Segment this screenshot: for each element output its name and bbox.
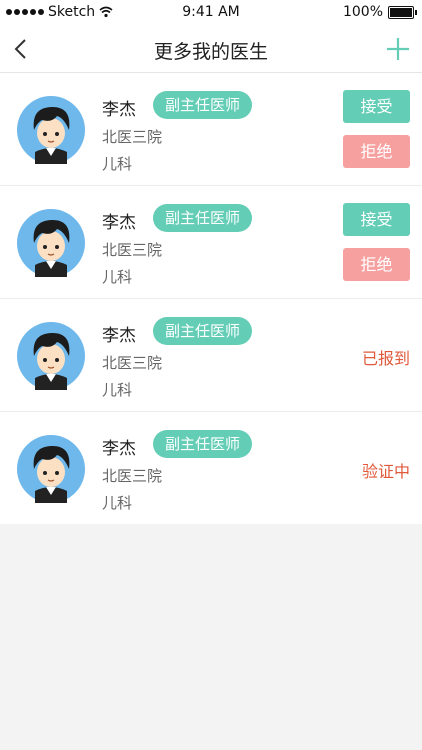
reject-button[interactable]: 拒绝 [343, 135, 410, 168]
doctor-item[interactable]: 李杰 副主任医师 北医三院 儿科 验证中 [0, 412, 422, 524]
doctor-hospital: 北医三院 [102, 354, 163, 372]
doctor-title-badge: 副主任医师 [153, 91, 253, 119]
avatar [17, 96, 85, 164]
nav-bar: 更多我的医生 [0, 26, 422, 73]
doctor-title-badge: 副主任医师 [153, 430, 253, 458]
doctor-title-badge: 副主任医师 [153, 317, 253, 345]
doctor-item[interactable]: 李杰 副主任医师 北医三院 儿科 已报到 [0, 299, 422, 412]
avatar [17, 435, 85, 503]
doctor-department: 儿科 [102, 268, 133, 286]
doctor-name: 李杰 [102, 213, 136, 233]
doctor-hospital: 北医三院 [102, 467, 163, 485]
page-title: 更多我的医生 [153, 41, 268, 63]
battery-percent: 100% [342, 4, 383, 20]
add-icon[interactable] [384, 35, 412, 63]
avatar [17, 322, 85, 390]
doctor-name: 李杰 [102, 439, 136, 459]
doctor-department: 儿科 [102, 155, 133, 173]
avatar [17, 209, 85, 277]
status-label: 验证中 [361, 462, 410, 481]
reject-button[interactable]: 拒绝 [343, 248, 410, 281]
doctor-item[interactable]: 李杰 副主任医师 北医三院 儿科 接受 拒绝 [0, 73, 422, 186]
status-bar: Sketch 9:41 AM 100% [0, 0, 422, 26]
doctor-title-badge: 副主任医师 [153, 204, 253, 232]
doctor-department: 儿科 [102, 381, 133, 399]
doctor-list: 李杰 副主任医师 北医三院 儿科 接受 拒绝 李杰 副主任医师 北医三院 儿科 … [0, 73, 422, 524]
doctor-department: 儿科 [102, 494, 133, 512]
battery-group: 100% [342, 4, 417, 20]
battery-icon [388, 5, 417, 19]
doctor-name: 李杰 [102, 100, 136, 120]
accept-button[interactable]: 接受 [343, 203, 410, 236]
doctor-hospital: 北医三院 [102, 128, 163, 146]
status-label: 已报到 [361, 349, 410, 368]
doctor-name: 李杰 [102, 326, 136, 346]
accept-button[interactable]: 接受 [343, 90, 410, 123]
doctor-item[interactable]: 李杰 副主任医师 北医三院 儿科 接受 拒绝 [0, 186, 422, 299]
doctor-hospital: 北医三院 [102, 241, 163, 259]
